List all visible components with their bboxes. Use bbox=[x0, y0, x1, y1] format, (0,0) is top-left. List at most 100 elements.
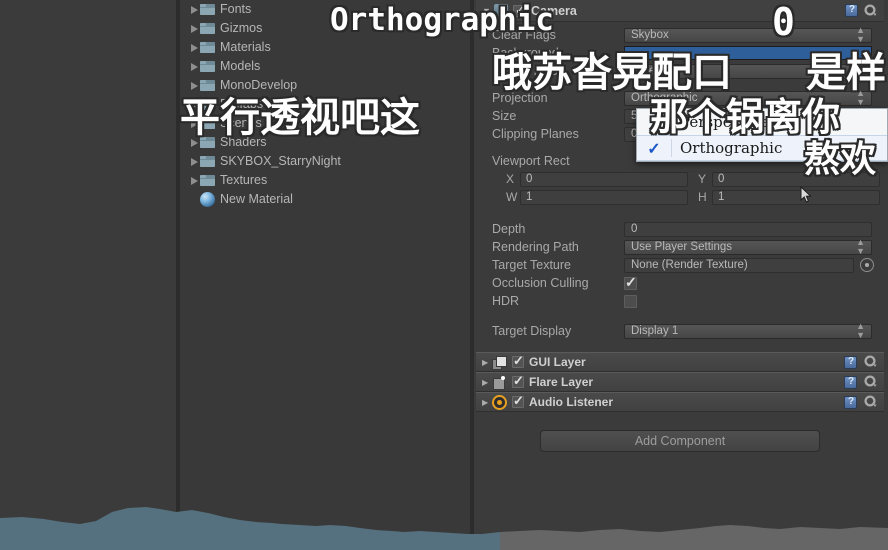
tree-item-label: MonoDevelop bbox=[220, 78, 298, 92]
foldout-arrow-icon[interactable]: ▼ bbox=[482, 6, 494, 16]
tree-item[interactable]: Prefabs bbox=[180, 95, 470, 114]
material-sphere-icon bbox=[200, 192, 215, 207]
component-enabled-checkbox[interactable] bbox=[512, 373, 524, 389]
expand-arrow-icon[interactable] bbox=[188, 152, 200, 171]
tree-item[interactable]: SKYBOX_StarryNight bbox=[180, 152, 470, 171]
depth-input[interactable]: 0 bbox=[624, 221, 872, 237]
tree-item[interactable]: Scenes bbox=[180, 114, 470, 133]
background-color-swatch[interactable] bbox=[624, 46, 872, 60]
tree-item-label: SKYBOX_StarryNight bbox=[220, 154, 341, 168]
camera-component-header[interactable]: ▼ Camera bbox=[476, 0, 884, 22]
expand-arrow-icon[interactable] bbox=[188, 133, 200, 152]
clear-flags-dropdown[interactable]: Skybox ▲ ▼ bbox=[624, 25, 872, 44]
culling-mask-row: Culling Mask Mixed ... ▲ ▼ bbox=[476, 62, 884, 80]
projection-dropdown-menu[interactable]: Perspective ✓ Orthographic bbox=[636, 108, 888, 162]
project-asset-tree[interactable]: Fonts Gizmos Materials Models MonoDevelop Pre… bbox=[180, 0, 470, 550]
expand-arrow-icon[interactable] bbox=[188, 57, 200, 76]
gear-icon[interactable] bbox=[864, 3, 878, 18]
viewport-x-input[interactable]: 0 bbox=[520, 171, 688, 187]
rendering-path-dropdown[interactable]: Use Player Settings ▲ ▼ bbox=[624, 238, 872, 256]
component-header[interactable]: ▶ GUI Layer bbox=[476, 352, 884, 372]
projection-option[interactable]: ✓ Orthographic bbox=[637, 135, 887, 161]
projection-option-label: Orthographic bbox=[671, 139, 782, 157]
left-panel bbox=[0, 0, 176, 550]
help-icon[interactable] bbox=[844, 355, 857, 369]
expand-arrow-icon[interactable] bbox=[188, 95, 200, 114]
help-icon[interactable] bbox=[844, 375, 857, 389]
component-list: ▶ GUI Layer ▶ Flare Layer ▶ Audio Listener bbox=[476, 352, 884, 412]
viewport-wh-row: W 1 H 1 bbox=[476, 188, 884, 206]
chevron-updown-icon: ▲ ▼ bbox=[856, 25, 865, 44]
add-component-wrap: Add Component bbox=[476, 430, 884, 452]
tree-item-label: New Material bbox=[220, 192, 293, 206]
chevron-updown-icon: ▲ ▼ bbox=[856, 88, 865, 107]
hdr-checkbox[interactable] bbox=[624, 294, 637, 308]
expand-arrow-icon[interactable] bbox=[188, 76, 200, 95]
header-icons bbox=[845, 3, 878, 18]
viewport-rect-label: Viewport Rect bbox=[492, 154, 570, 168]
expand-arrow-icon[interactable] bbox=[188, 38, 200, 57]
gear-icon[interactable] bbox=[864, 395, 878, 409]
target-display-label: Target Display bbox=[492, 324, 572, 338]
size-label: Size bbox=[492, 109, 517, 123]
gear-icon[interactable] bbox=[864, 355, 878, 369]
component-name: Audio Listener bbox=[529, 395, 614, 409]
clipping-planes-label: Clipping Planes bbox=[492, 127, 579, 141]
background-row: Background bbox=[476, 44, 884, 62]
tree-item[interactable]: New Material bbox=[180, 190, 470, 209]
folder-icon bbox=[200, 136, 215, 149]
camera-enabled-checkbox[interactable] bbox=[513, 3, 525, 17]
panel-divider-right[interactable] bbox=[470, 0, 474, 550]
object-picker-icon[interactable] bbox=[860, 258, 874, 272]
tree-item[interactable]: Textures bbox=[180, 171, 470, 190]
component-enabled-checkbox[interactable] bbox=[512, 393, 524, 409]
projection-dropdown[interactable]: Orthographic ▲ ▼ bbox=[624, 88, 872, 107]
expand-arrow-icon[interactable] bbox=[188, 19, 200, 38]
folder-icon bbox=[200, 3, 215, 16]
viewport-y-label: Y bbox=[698, 172, 707, 186]
component-name: Flare Layer bbox=[529, 375, 594, 389]
component-header[interactable]: ▶ Flare Layer bbox=[476, 372, 884, 392]
target-display-value: Display 1 bbox=[631, 325, 679, 337]
inspector-panel: ▼ Camera Clear Flags Skybox ▲▼ bbox=[476, 0, 884, 550]
viewport-w-input[interactable]: 1 bbox=[520, 189, 688, 205]
target-display-dropdown[interactable]: Display 1 ▲ ▼ bbox=[624, 321, 872, 340]
viewport-y-input[interactable]: 0 bbox=[712, 171, 880, 187]
tree-item[interactable]: Fonts bbox=[180, 0, 470, 19]
tree-item[interactable]: Models bbox=[180, 57, 470, 76]
help-icon[interactable] bbox=[845, 4, 858, 17]
help-icon[interactable] bbox=[844, 395, 857, 409]
tree-item-label: Models bbox=[220, 59, 261, 73]
viewport-x-label: X bbox=[506, 172, 515, 186]
tree-item[interactable]: Materials bbox=[180, 38, 470, 57]
add-component-button[interactable]: Add Component bbox=[540, 430, 820, 452]
target-texture-objectfield[interactable]: None (Render Texture) bbox=[624, 257, 854, 273]
occlusion-culling-row: Occlusion Culling bbox=[476, 274, 884, 292]
foldout-arrow-icon[interactable]: ▶ bbox=[482, 378, 492, 387]
foldout-arrow-icon[interactable]: ▶ bbox=[482, 358, 492, 367]
culling-mask-dropdown[interactable]: Mixed ... ▲ ▼ bbox=[624, 62, 872, 80]
tree-item[interactable]: Shaders bbox=[180, 133, 470, 152]
projection-option-label: Perspective bbox=[680, 113, 769, 131]
component-header[interactable]: ▶ Audio Listener bbox=[476, 392, 884, 412]
viewport-h-input[interactable]: 1 bbox=[712, 189, 880, 205]
expand-arrow-icon[interactable] bbox=[188, 114, 200, 133]
tree-item[interactable]: MonoDevelop bbox=[180, 76, 470, 95]
projection-option-list: Perspective ✓ Orthographic bbox=[637, 109, 887, 161]
viewport-w-value: 1 bbox=[526, 191, 533, 203]
gear-icon[interactable] bbox=[864, 375, 878, 389]
background-label: Background bbox=[492, 46, 559, 60]
chevron-updown-icon: ▲ ▼ bbox=[856, 321, 865, 340]
projection-option[interactable]: Perspective bbox=[637, 109, 887, 135]
folder-icon bbox=[200, 174, 215, 187]
folder-icon bbox=[200, 60, 215, 73]
tree-item[interactable]: Gizmos bbox=[180, 19, 470, 38]
hdr-label: HDR bbox=[492, 294, 520, 308]
foldout-arrow-icon[interactable]: ▶ bbox=[482, 398, 492, 407]
component-enabled-checkbox[interactable] bbox=[512, 353, 524, 369]
folder-icon bbox=[200, 41, 215, 54]
rendering-path-row: Rendering Path Use Player Settings ▲ ▼ bbox=[476, 238, 884, 256]
expand-arrow-icon[interactable] bbox=[188, 171, 200, 190]
occlusion-culling-checkbox[interactable] bbox=[624, 274, 637, 291]
expand-arrow-icon[interactable] bbox=[188, 0, 200, 19]
